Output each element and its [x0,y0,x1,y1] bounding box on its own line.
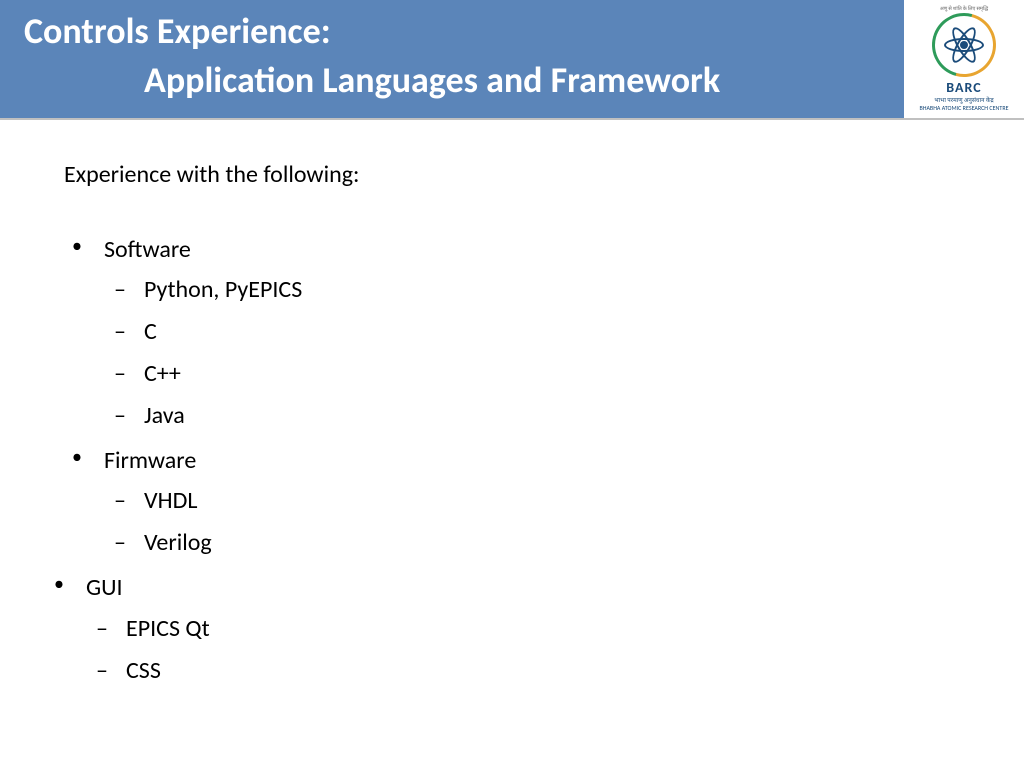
sub-list: Python, PyEPICS C C++ Java [104,272,1024,434]
slide-header: Controls Experience: Application Languag… [0,0,1024,120]
logo-top-text: अणु से शांति के लिए समृद्धि [940,6,988,12]
list-item: C [140,314,1024,350]
title-line-2: Application Languages and Framework [24,59,904,102]
sub-list: VHDL Verilog [104,483,1024,561]
section-label: Firmware [104,446,196,475]
list-item: CSS [122,653,1024,689]
list-item: Java [140,398,1024,434]
title-line-1: Controls Experience: [24,10,904,53]
main-list: Software Python, PyEPICS C C++ Java Firm… [64,231,1024,689]
slide-content: Experience with the following: Software … [0,120,1024,689]
logo-subtext-english: BHABHA ATOMIC RESEARCH CENTRE [919,105,1008,112]
section-label: Software [104,235,191,264]
header-title-block: Controls Experience: Application Languag… [0,0,904,118]
list-item: Python, PyEPICS [140,272,1024,308]
logo-subtext-hindi: भाभा परमाणु अनुसंधान केंद्र [934,97,993,104]
sub-list: EPICS Qt CSS [86,611,1024,689]
list-item: Firmware VHDL Verilog [100,442,1024,561]
barc-logo-icon [932,13,996,77]
logo-container: अणु से शांति के लिए समृद्धि BARC भाभा पर… [904,0,1024,118]
list-item: EPICS Qt [122,611,1024,647]
list-item: Verilog [140,525,1024,561]
list-item: VHDL [140,483,1024,519]
list-item: Software Python, PyEPICS C C++ Java [100,231,1024,434]
intro-text: Experience with the following: [64,160,1024,189]
list-item: GUI EPICS Qt CSS [82,569,1024,688]
logo-name: BARC [946,79,981,96]
section-label: GUI [86,573,123,602]
list-item: C++ [140,356,1024,392]
